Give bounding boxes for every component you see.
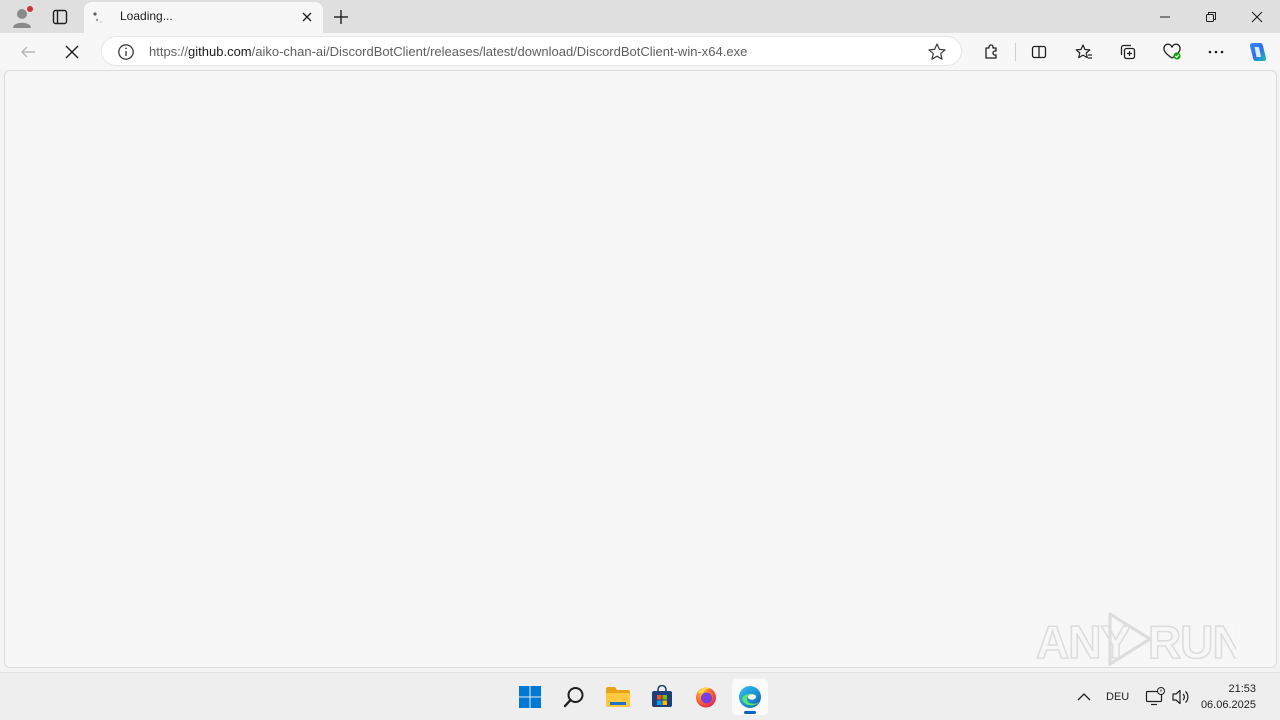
toolbar-divider [1015,43,1016,61]
edge-icon [739,686,761,708]
clock-date: 06.06.2025 [1200,699,1256,711]
microsoft-store-button[interactable] [644,679,680,715]
browser-toolbar: https://github.com/aiko-chan-ai/DiscordB… [0,33,1280,70]
folder-icon [606,687,630,707]
windows-taskbar: DEU 21:53 06.06.2025 [0,672,1280,720]
file-explorer-button[interactable] [600,679,636,715]
address-bar[interactable]: https://github.com/aiko-chan-ai/DiscordB… [101,36,962,66]
tab-close-icon[interactable] [299,9,315,25]
restore-button[interactable] [1188,0,1234,33]
network-monitor-icon [1145,687,1165,706]
windows-logo-icon [519,686,541,708]
show-hidden-icons-button[interactable] [1072,673,1096,720]
close-icon [1251,11,1263,22]
stop-icon [65,45,79,59]
heart-pulse-icon [1163,43,1181,60]
firefox-icon [696,687,716,708]
profile-avatar-icon [13,6,33,28]
copilot-icon [1249,43,1267,61]
clock-time: 21:53 [1228,683,1256,695]
favorites-list-icon [1075,44,1092,59]
favorites-button[interactable] [1071,39,1097,65]
new-tab-button[interactable] [330,6,352,28]
collections-button[interactable] [1115,39,1141,65]
volume-button[interactable] [1170,673,1192,720]
more-dots-icon [1208,50,1224,54]
input-language-indicator[interactable]: DEU [1106,673,1129,720]
restore-icon [1206,11,1216,22]
anyrun-watermark: ANY RUN [1035,608,1246,670]
profile-button[interactable] [8,4,36,30]
minimize-button[interactable] [1142,0,1188,33]
copilot-button[interactable] [1244,39,1270,65]
url-scheme: https:// [149,44,189,59]
back-button[interactable] [14,38,42,66]
url-host: github.com [188,44,252,59]
plus-icon [334,10,348,24]
firefox-button[interactable] [688,679,724,715]
site-info-icon[interactable] [117,43,135,61]
speaker-icon [1172,689,1189,705]
language-label: DEU [1106,691,1130,703]
url-text[interactable]: https://github.com/aiko-chan-ai/DiscordB… [149,44,747,59]
store-bag-icon [652,685,672,707]
chevron-up-icon [1077,693,1091,701]
edge-button[interactable] [732,679,768,715]
anyrun-logo-icon: ANY RUN [1035,612,1246,669]
collections-icon [1120,44,1136,60]
active-tab[interactable]: Loading... [84,2,323,33]
favorite-star-icon[interactable] [927,42,947,62]
search-button[interactable] [556,679,592,715]
browser-essentials-button[interactable] [1159,39,1185,65]
start-button[interactable] [512,679,548,715]
close-window-button[interactable] [1234,0,1280,33]
active-app-indicator [744,711,756,714]
extensions-button[interactable] [978,39,1004,65]
stop-loading-button[interactable] [58,38,86,66]
system-clock[interactable]: 21:53 06.06.2025 [1201,681,1256,713]
minimize-icon [1160,16,1170,17]
svg-text:RUN: RUN [1148,616,1236,668]
split-screen-button[interactable] [1026,39,1052,65]
split-screen-icon [1031,45,1047,59]
back-arrow-icon [21,46,35,58]
tab-actions-icon [52,9,68,25]
search-icon [563,687,584,708]
title-bar: Loading... [0,0,1280,33]
network-status-button[interactable] [1144,673,1166,720]
page-content-area [4,70,1277,668]
settings-more-button[interactable] [1203,39,1229,65]
loading-spinner-icon [93,12,102,23]
tab-actions-button[interactable] [46,4,74,30]
puzzle-icon [985,44,997,59]
url-path: /aiko-chan-ai/DiscordBotClient/releases/… [251,44,748,59]
tab-title: Loading... [120,9,173,23]
